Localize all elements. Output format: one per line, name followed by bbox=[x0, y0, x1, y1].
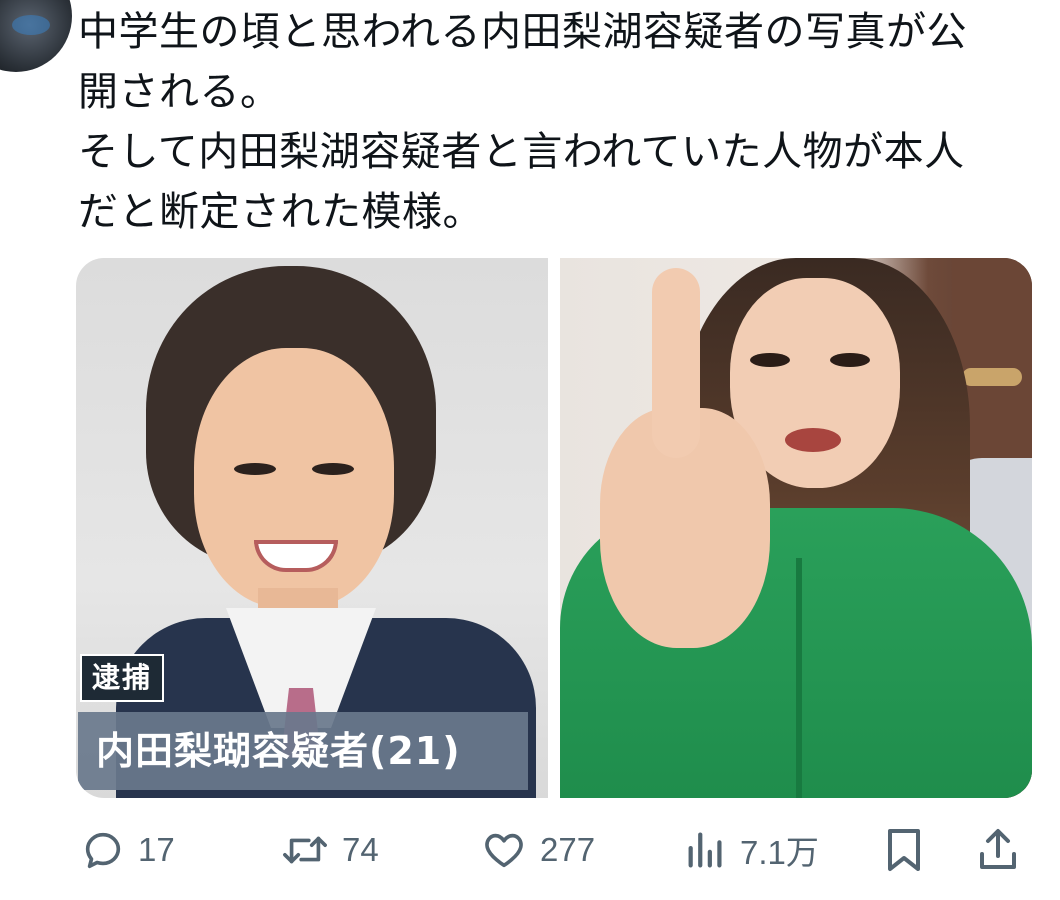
portrait-lips bbox=[785, 428, 841, 452]
retweet-count: 74 bbox=[342, 831, 379, 868]
retweet-icon bbox=[280, 827, 330, 873]
portrait-eye bbox=[750, 353, 790, 367]
portrait-eye bbox=[830, 353, 870, 367]
views-chart-icon bbox=[684, 827, 728, 873]
portrait-eye bbox=[234, 463, 276, 475]
portrait-eye bbox=[312, 463, 354, 475]
jacket-zipper bbox=[796, 558, 802, 798]
tweet-view: 中学生の頃と思われる内田梨湖容疑者の写真が公 開される。 そして内田梨湖容疑者と… bbox=[0, 0, 1060, 900]
media-photo-right[interactable] bbox=[560, 258, 1032, 798]
tweet-text-line-2: そして内田梨湖容疑者と言われていた人物が本人 だと断定された模様。 bbox=[78, 129, 965, 235]
caption-name: 内田梨瑚容疑者(21) bbox=[78, 712, 528, 790]
views-count: 7.1万 bbox=[740, 834, 819, 871]
bookmark-button[interactable] bbox=[884, 818, 924, 882]
door-knob bbox=[962, 368, 1022, 386]
media-photo-left[interactable]: 逮捕 内田梨瑚容疑者(21) bbox=[76, 258, 548, 798]
avatar[interactable] bbox=[0, 0, 72, 72]
portrait-finger bbox=[652, 268, 700, 458]
reply-count: 17 bbox=[138, 831, 175, 868]
caption-tag: 逮捕 bbox=[80, 654, 165, 702]
heart-icon bbox=[480, 827, 528, 873]
like-count: 277 bbox=[540, 831, 596, 868]
views-button[interactable]: 7.1万 bbox=[684, 818, 819, 882]
share-icon bbox=[976, 826, 1020, 874]
tweet-text-line-1: 中学生の頃と思われる内田梨湖容疑者の写真が公 開される。 bbox=[78, 9, 967, 115]
tweet-text: 中学生の頃と思われる内田梨湖容疑者の写真が公 開される。 そして内田梨湖容疑者と… bbox=[78, 2, 1028, 242]
share-button[interactable] bbox=[976, 818, 1020, 882]
bookmark-icon bbox=[884, 826, 924, 874]
like-button[interactable]: 277 bbox=[480, 818, 595, 882]
retweet-button[interactable]: 74 bbox=[280, 818, 379, 882]
reply-icon bbox=[80, 827, 126, 873]
tweet-media[interactable]: 逮捕 内田梨瑚容疑者(21) bbox=[76, 258, 1032, 798]
action-bar: 17 74 277 7.1万 bbox=[76, 818, 1036, 882]
reply-button[interactable]: 17 bbox=[80, 818, 175, 882]
